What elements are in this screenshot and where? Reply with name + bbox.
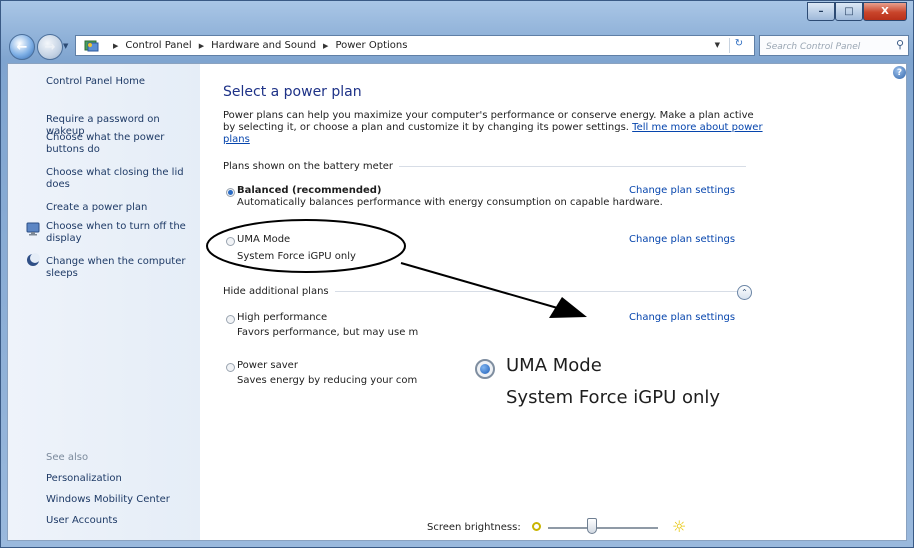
page-description: Power plans can help you maximize your c… xyxy=(223,110,763,146)
brightness-slider-track[interactable] xyxy=(548,527,658,529)
change-plan-settings-high-performance[interactable]: Change plan settings xyxy=(629,312,735,323)
address-bar[interactable]: ▶ Control Panel ▶ Hardware and Sound ▶ P… xyxy=(75,35,755,56)
plan-name: Balanced (recommended) xyxy=(237,185,382,196)
forward-arrow-icon: → xyxy=(44,39,56,55)
sidebar-link-turn-off-display[interactable]: Choose when to turn off the display xyxy=(46,221,196,245)
refresh-icon[interactable]: ↻ xyxy=(729,38,748,53)
change-plan-settings-uma-mode[interactable]: Change plan settings xyxy=(629,234,735,245)
see-also-heading: See also xyxy=(46,452,89,463)
main-panel: ? Select a power plan Power plans can he… xyxy=(223,64,906,540)
group-divider xyxy=(334,291,746,292)
plan-balanced: Balanced (recommended) Automatically bal… xyxy=(237,185,663,209)
battery-meter-group-label: Plans shown on the battery meter xyxy=(223,161,394,172)
plan-description: Favors performance, but may use m xyxy=(237,327,419,338)
sidebar-link-personalization[interactable]: Personalization xyxy=(46,473,196,485)
zoom-plan-description: System Force iGPU only xyxy=(506,387,721,408)
sidebar-link-mobility-center[interactable]: Windows Mobility Center xyxy=(46,494,196,506)
additional-plans-group: Hide additional plans xyxy=(223,286,746,297)
brightness-slider-thumb[interactable] xyxy=(587,518,597,534)
plan-name: High performance xyxy=(237,312,328,323)
battery-meter-group: Plans shown on the battery meter xyxy=(223,161,746,172)
breadcrumb-power-options[interactable]: Power Options xyxy=(335,40,407,51)
brightness-label: Screen brightness: xyxy=(427,522,521,533)
plan-radio-power-saver[interactable] xyxy=(226,363,235,372)
bright-sun-icon: ☼ xyxy=(672,517,687,536)
plan-name: Power saver xyxy=(237,360,298,371)
breadcrumb-control-panel[interactable]: Control Panel xyxy=(125,40,191,51)
sidebar-link-control-panel-home[interactable]: Control Panel Home xyxy=(46,76,196,88)
plan-radio-high-performance[interactable] xyxy=(226,315,235,324)
zoom-callout: UMA Mode System Force iGPU only xyxy=(463,349,763,439)
page-title: Select a power plan xyxy=(223,84,362,100)
change-plan-settings-balanced[interactable]: Change plan settings xyxy=(629,185,735,196)
forward-button[interactable]: → xyxy=(37,34,63,60)
recent-pages-dropdown-icon[interactable]: ▼ xyxy=(63,42,71,50)
breadcrumb-separator-icon: ▶ xyxy=(323,41,329,50)
plan-name: UMA Mode xyxy=(237,234,291,245)
maximize-button[interactable]: □ xyxy=(835,2,863,21)
sidebar-link-power-buttons[interactable]: Choose what the power buttons do xyxy=(46,132,176,156)
help-icon[interactable]: ? xyxy=(893,66,906,79)
collapse-plans-chevron-icon[interactable]: ⌃ xyxy=(737,285,752,300)
window: – □ X ← → ▼ ▶ Control Panel ▶ Hardware a… xyxy=(0,0,914,548)
search-box[interactable]: ⚲ xyxy=(759,35,909,56)
plan-description: Saves energy by reducing your com xyxy=(237,375,418,386)
plan-description: Automatically balances performance with … xyxy=(237,197,663,208)
plan-radio-balanced[interactable] xyxy=(226,188,235,197)
zoom-plan-name: UMA Mode xyxy=(506,355,602,376)
breadcrumb-separator-icon: ▶ xyxy=(198,41,205,50)
plan-uma-mode: UMA Mode System Force iGPU only xyxy=(237,234,356,263)
breadcrumb-hardware-and-sound[interactable]: Hardware and Sound xyxy=(211,40,316,51)
content-pane: Control Panel Home Require a password on… xyxy=(7,63,907,541)
sleep-moon-icon xyxy=(27,253,40,266)
back-arrow-icon: ← xyxy=(16,39,28,55)
search-icon[interactable]: ⚲ xyxy=(896,38,904,51)
hide-additional-plans-label[interactable]: Hide additional plans xyxy=(223,286,329,297)
address-dropdown-icon[interactable]: ▼ xyxy=(715,41,720,49)
breadcrumb-separator-icon: ▶ xyxy=(113,41,119,50)
zoom-radio-icon xyxy=(475,359,495,379)
display-icon xyxy=(26,222,40,236)
dim-sun-icon xyxy=(532,522,541,531)
minimize-button[interactable]: – xyxy=(807,2,835,21)
sidebar-link-create-power-plan[interactable]: Create a power plan xyxy=(46,202,196,214)
brightness-bar: Screen brightness: ☼ xyxy=(8,512,906,540)
navigation-bar: ← → ▼ ▶ Control Panel ▶ Hardware and Sou… xyxy=(1,31,913,61)
sidebar-link-closing-lid[interactable]: Choose what closing the lid does xyxy=(46,167,186,191)
back-button[interactable]: ← xyxy=(9,34,35,60)
close-button[interactable]: X xyxy=(863,2,907,21)
plan-power-saver: Power saver Saves energy by reducing you… xyxy=(237,360,417,387)
plan-high-performance: High performance Favors performance, but… xyxy=(237,312,418,339)
sidebar-link-computer-sleeps[interactable]: Change when the computer sleeps xyxy=(46,256,191,280)
title-bar: – □ X xyxy=(1,1,913,29)
plan-radio-uma-mode[interactable] xyxy=(226,237,235,246)
breadcrumb: ▶ Control Panel ▶ Hardware and Sound ▶ P… xyxy=(106,40,407,51)
group-divider xyxy=(399,166,746,167)
search-input[interactable] xyxy=(764,37,884,56)
sidebar: Control Panel Home Require a password on… xyxy=(8,64,200,540)
control-panel-icon xyxy=(84,40,99,51)
plan-description: System Force iGPU only xyxy=(237,251,356,262)
